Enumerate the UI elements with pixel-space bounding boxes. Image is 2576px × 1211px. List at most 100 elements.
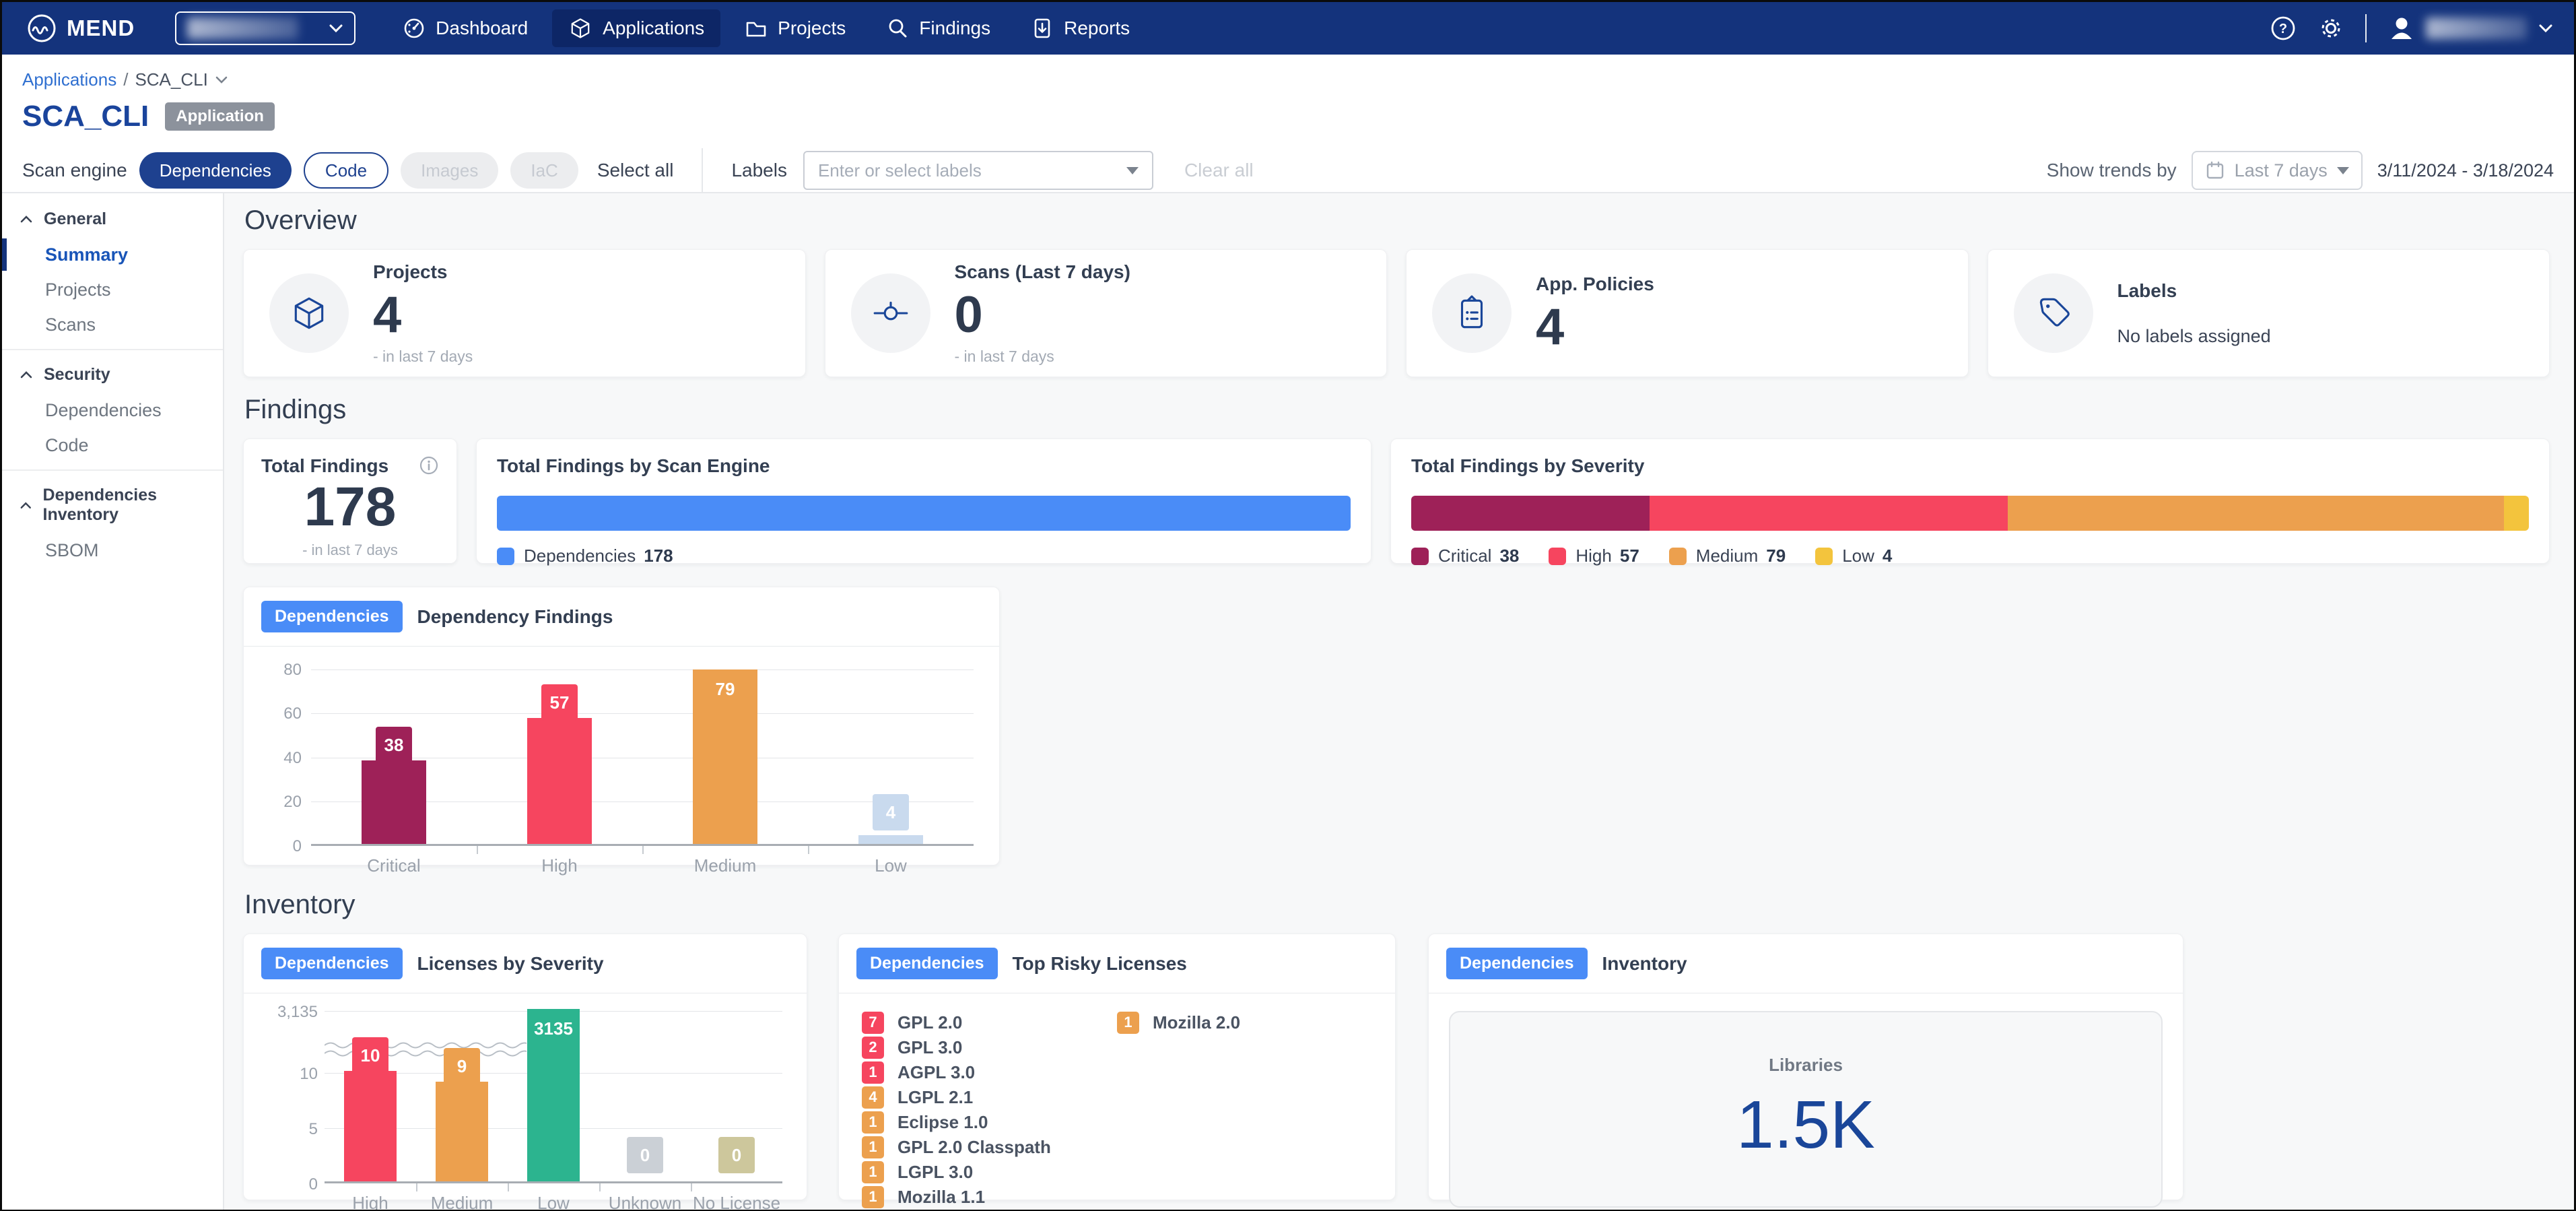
cube-icon [290, 294, 329, 333]
bar-value-label: 79 [707, 671, 743, 707]
y-tick-label: 80 [264, 661, 302, 680]
select-all-button[interactable]: Select all [597, 160, 674, 181]
sidebar-item-summary[interactable]: Summary [2, 237, 223, 272]
bar-fill [344, 1071, 397, 1181]
dashboard-icon [403, 17, 426, 40]
legend-color-chip [1549, 548, 1566, 565]
settings-gear-icon[interactable] [2317, 14, 2345, 42]
nav-item-findings[interactable]: Findings [870, 9, 1007, 47]
sidebar-item-sbom[interactable]: SBOM [2, 533, 223, 568]
plot-area: 10 9 3135 0 [325, 1011, 782, 1183]
calendar-icon [2205, 160, 2225, 181]
risky-license-row: 4LGPL 2.1 [862, 1086, 1117, 1109]
scan-engine-pill-dependencies[interactable]: Dependencies [139, 152, 292, 189]
chevron-up-icon [20, 501, 32, 510]
help-icon[interactable]: ? [2270, 15, 2297, 42]
y-tick-label: 60 [264, 705, 302, 723]
brand-name: MEND [67, 15, 135, 41]
bar-fill [436, 1082, 488, 1181]
chevron-down-icon[interactable] [215, 75, 228, 85]
card-title: Total Findings [261, 455, 388, 477]
total-findings-subtitle: - in last 7 days [261, 542, 439, 559]
nav-item-dashboard[interactable]: Dashboard [386, 9, 544, 47]
labels-placeholder: Enter or select labels [818, 160, 982, 181]
card-title: App. Policies [1536, 273, 1654, 295]
left-sidebar: General Summary Projects Scans Security … [2, 193, 224, 1210]
bar-value-label: 57 [541, 684, 578, 721]
risky-license-row: 1Eclipse 1.0 [862, 1111, 1117, 1134]
dependencies-pill: Dependencies [1446, 948, 1588, 979]
legend-color-chip [1669, 548, 1687, 565]
info-icon[interactable] [419, 455, 439, 476]
sidebar-item-projects[interactable]: Projects [2, 272, 223, 307]
dropdown-caret-icon [2337, 167, 2349, 174]
sidebar-section-label: Security [44, 365, 110, 385]
nav-divider [2365, 14, 2367, 42]
legend-item-high: High 57 [1549, 546, 1639, 566]
nav-item-applications[interactable]: Applications [552, 9, 720, 47]
nav-item-reports[interactable]: Reports [1015, 9, 1146, 47]
x-category-label: Critical [313, 855, 475, 876]
license-name: LGPL 3.0 [897, 1162, 973, 1183]
trend-range-dropdown[interactable]: Last 7 days [2192, 151, 2363, 190]
labels-icon-circle [2014, 273, 2093, 353]
organization-selector[interactable] [175, 11, 355, 45]
severity-segment-high [1650, 496, 2008, 531]
projects-icon-circle [269, 273, 349, 353]
mend-logo-icon [26, 13, 57, 44]
sidebar-section-security[interactable]: Security [2, 357, 223, 393]
dependency-findings-chart: 0 20 40 60 80 38 [264, 669, 979, 880]
legend-value: 38 [1499, 546, 1519, 566]
card-title: Labels [2117, 280, 2271, 302]
svg-text:?: ? [2279, 22, 2287, 36]
filters-divider [702, 148, 703, 193]
mend-logo[interactable]: MEND [26, 13, 135, 44]
trends-controls: Show trends by Last 7 days 3/11/2024 - 3… [2047, 151, 2554, 190]
labels-select-input[interactable]: Enter or select labels [803, 151, 1153, 190]
sidebar-item-dependencies[interactable]: Dependencies [2, 393, 223, 428]
nav-item-projects[interactable]: Projects [728, 9, 862, 47]
sidebar-section-general[interactable]: General [2, 201, 223, 237]
overview-heading: Overview [244, 205, 2550, 236]
user-menu[interactable] [2387, 13, 2554, 43]
y-tick-label: 3,135 [267, 1003, 318, 1022]
license-count-badge: 1 [862, 1111, 884, 1134]
license-count-badge: 1 [862, 1161, 884, 1183]
x-category-label: Medium [644, 855, 806, 876]
legend-color-chip [1411, 548, 1429, 565]
scan-engine-pill-images: Images [401, 152, 498, 189]
scan-node-icon [871, 294, 910, 333]
gridline [311, 669, 974, 670]
projects-folder-icon [745, 17, 768, 40]
license-count-badge: 2 [862, 1037, 884, 1059]
show-trends-by-label: Show trends by [2047, 160, 2177, 181]
breadcrumb-applications-link[interactable]: Applications [22, 69, 116, 90]
dependency-findings-chart-card: Dependencies Dependency Findings 0 20 40… [243, 587, 1000, 865]
card-title: Scans (Last 7 days) [955, 261, 1130, 283]
dependencies-pill: Dependencies [261, 601, 403, 632]
total-findings-value: 178 [261, 480, 439, 535]
labels-filter-label: Labels [731, 160, 787, 181]
nav-right-cluster: ? [2270, 13, 2554, 43]
risky-license-row: 2GPL 3.0 [862, 1036, 1117, 1059]
scan-engine-pill-code[interactable]: Code [304, 152, 388, 189]
sidebar-section-dependencies-inventory[interactable]: Dependencies Inventory [2, 478, 223, 533]
card-value: 0 [955, 290, 1130, 341]
bar-value-label: 4 [873, 794, 909, 830]
license-name: GPL 2.0 Classpath [897, 1137, 1051, 1158]
nav-label: Findings [919, 18, 990, 39]
breadcrumb-current: SCA_CLI [135, 69, 207, 90]
license-name: Mozilla 2.0 [1153, 1012, 1240, 1033]
main-content: Overview Projects 4 - in last 7 days [224, 193, 2574, 1210]
chevron-up-icon [20, 370, 33, 379]
sidebar-item-code[interactable]: Code [2, 428, 223, 463]
clear-all-button[interactable]: Clear all [1184, 160, 1254, 181]
legend-label: Low [1842, 546, 1874, 566]
y-tick-label: 40 [264, 749, 302, 768]
sidebar-item-scans[interactable]: Scans [2, 307, 223, 342]
x-category-label: High [479, 855, 640, 876]
findings-search-icon [886, 17, 909, 40]
bar-value-label: 0 [718, 1137, 755, 1173]
overview-card-app-policies: App. Policies 4 [1406, 249, 1969, 377]
nav-label: Applications [603, 18, 704, 39]
